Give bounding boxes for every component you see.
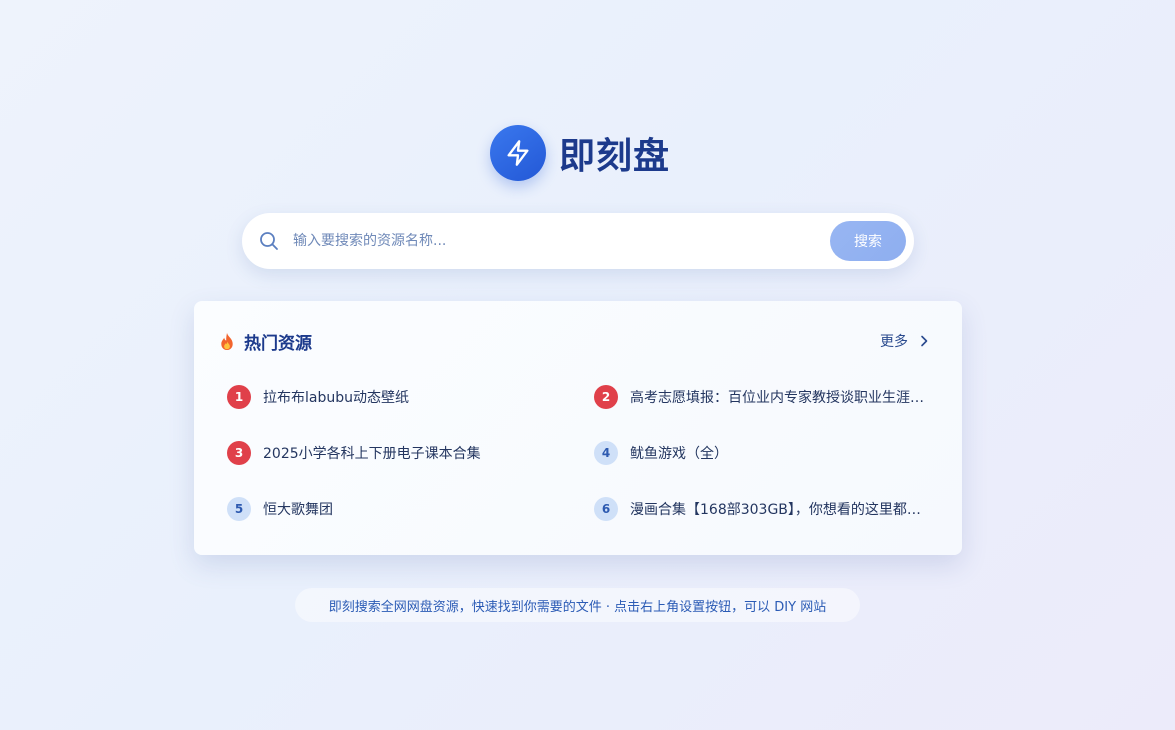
hot-item-5[interactable]: 5 恒大歌舞团 [227, 497, 594, 521]
search-button[interactable]: 搜索 [830, 221, 906, 261]
logo: 即刻盘 [490, 125, 670, 181]
more-label: 更多 [880, 334, 908, 350]
search-icon [259, 231, 279, 251]
rank-badge: 3 [227, 441, 251, 465]
hot-item-title: 高考志愿填报：百位业内专家教授谈职业生涯… [630, 390, 924, 406]
hot-item-title: 拉布布labubu动态壁纸 [263, 390, 409, 406]
footer-tip: 即刻搜索全网网盘资源，快速找到你需要的文件 · 点击右上角设置按钮，可以 DIY… [295, 588, 860, 622]
rank-badge: 5 [227, 497, 251, 521]
hot-item-title: 鱿鱼游戏（全） [630, 446, 728, 462]
rank-badge: 2 [594, 385, 618, 409]
logo-text: 即刻盘 [559, 136, 671, 177]
panel-header: 热门资源 更多 [218, 329, 930, 354]
hot-item-2[interactable]: 2 高考志愿填报：百位业内专家教授谈职业生涯… [594, 385, 927, 409]
hot-item-6[interactable]: 6 漫画合集【168部303GB】，你想看的这里都… [594, 497, 927, 521]
hot-list: 1 拉布布labubu动态壁纸 2 高考志愿填报：百位业内专家教授谈职业生涯… … [227, 385, 927, 553]
search-bar: 搜索 [242, 213, 914, 269]
hot-item-title: 2025小学各科上下册电子课本合集 [263, 446, 481, 462]
search-input[interactable] [291, 220, 830, 262]
chevron-right-icon [920, 335, 930, 347]
rank-badge: 1 [227, 385, 251, 409]
hot-item-4[interactable]: 4 鱿鱼游戏（全） [594, 441, 927, 465]
rank-badge: 4 [594, 441, 618, 465]
hot-resources-panel: 热门资源 更多 1 拉布布labubu动态壁纸 2 高考志愿填报：百位业内专家教… [194, 301, 962, 555]
hot-item-title: 漫画合集【168部303GB】，你想看的这里都… [630, 502, 921, 518]
more-link[interactable]: 更多 [880, 331, 930, 351]
rank-badge: 6 [594, 497, 618, 521]
hot-item-3[interactable]: 3 2025小学各科上下册电子课本合集 [227, 441, 594, 465]
hot-item-title: 恒大歌舞团 [263, 502, 333, 518]
fire-icon [218, 331, 236, 351]
lightning-icon [490, 125, 546, 181]
hot-item-1[interactable]: 1 拉布布labubu动态壁纸 [227, 385, 594, 409]
panel-title-wrap: 热门资源 [218, 329, 312, 354]
panel-title: 热门资源 [244, 333, 312, 354]
